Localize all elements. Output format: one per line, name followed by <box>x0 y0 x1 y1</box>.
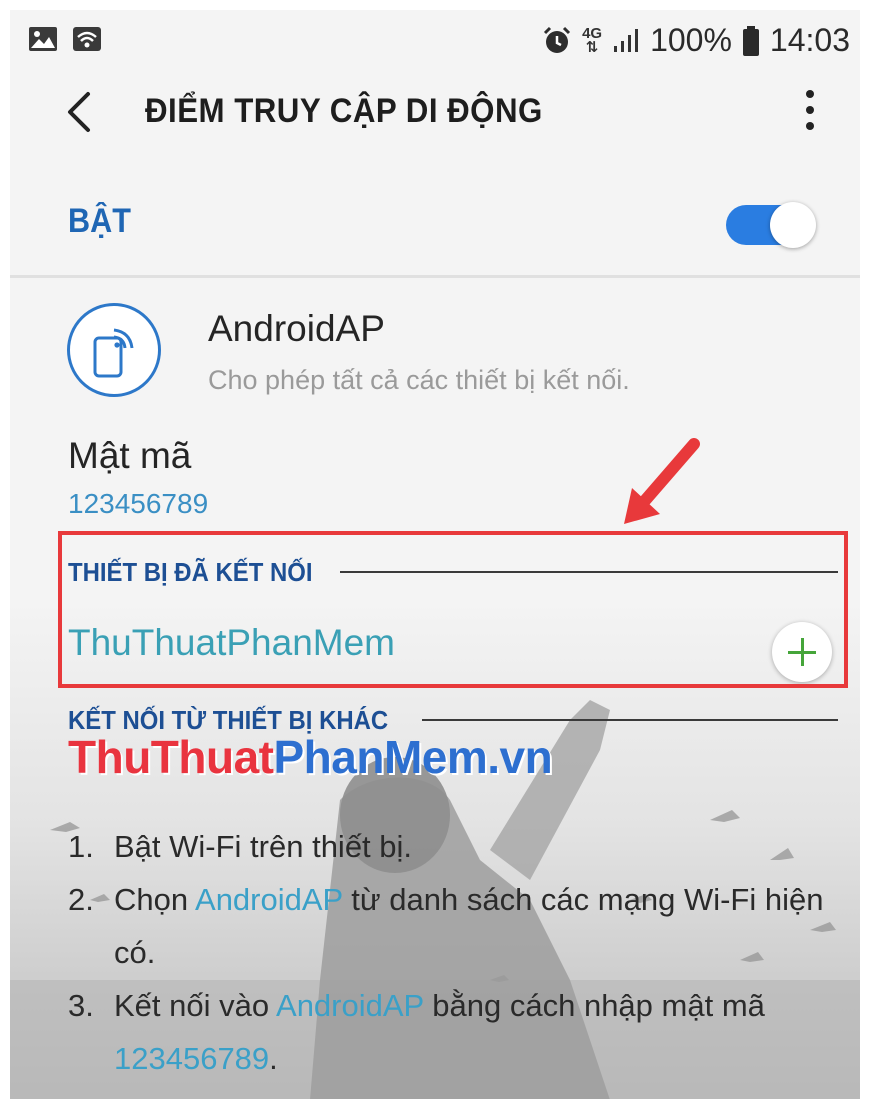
battery-icon <box>742 25 759 56</box>
network-type: 4G ⇅ <box>582 24 603 56</box>
instruction-step: 3. Kết nối vào AndroidAP bằng cách nhập … <box>68 988 765 1076</box>
hotspot-status-label: BẬT <box>68 202 131 240</box>
app-bar: ĐIỂM TRUY CẬP DI ĐỘNG <box>10 72 860 152</box>
page-title: ĐIỂM TRUY CẬP DI ĐỘNG <box>145 92 543 130</box>
access-point-row[interactable]: AndroidAP Cho phép tất cả các thiết bị k… <box>10 290 860 410</box>
clock: 14:03 <box>769 22 850 58</box>
battery-percent: 100% <box>650 22 732 58</box>
switch-knob <box>770 202 816 248</box>
instruction-step: 2. Chọn AndroidAP từ danh sách các mạng … <box>68 882 824 970</box>
wifi-icon <box>73 27 101 51</box>
password-label[interactable]: Mật mã <box>68 435 191 477</box>
watermark-logo: ThuThuatPhanMem.vn <box>68 731 553 783</box>
hotspot-toggle-row[interactable]: BẬT <box>10 170 860 270</box>
instruction-step: 1. Bật Wi-Fi trên thiết bị. <box>68 829 413 864</box>
signal-icon <box>614 28 639 52</box>
ap-name-link: AndroidAP <box>276 988 424 1023</box>
ap-name-link: AndroidAP <box>195 882 343 917</box>
phone-screen: 4G ⇅ 100% 14:03 ĐIỂM TRUY CẬP DI ĐỘNG BẬT <box>10 10 860 1099</box>
divider <box>10 275 860 278</box>
alarm-icon <box>544 26 571 53</box>
annotation-arrow-icon <box>624 438 700 524</box>
hotspot-icon <box>67 303 161 397</box>
instruction-list: 1. Bật Wi-Fi trên thiết bị. 2. Chọn Andr… <box>68 820 828 1085</box>
gallery-icon <box>29 27 57 51</box>
password-link: 123456789 <box>114 1041 270 1076</box>
hotspot-switch[interactable] <box>726 202 818 248</box>
section-divider <box>422 719 838 721</box>
more-options-icon[interactable] <box>800 90 820 136</box>
access-point-name: AndroidAP <box>208 308 385 349</box>
access-point-description: Cho phép tất cả các thiết bị kết nối. <box>208 365 630 395</box>
back-arrow-icon[interactable] <box>60 90 100 134</box>
password-value: 123456789 <box>68 488 209 519</box>
status-bar: 4G ⇅ 100% 14:03 <box>10 10 860 70</box>
highlight-box <box>58 531 848 688</box>
